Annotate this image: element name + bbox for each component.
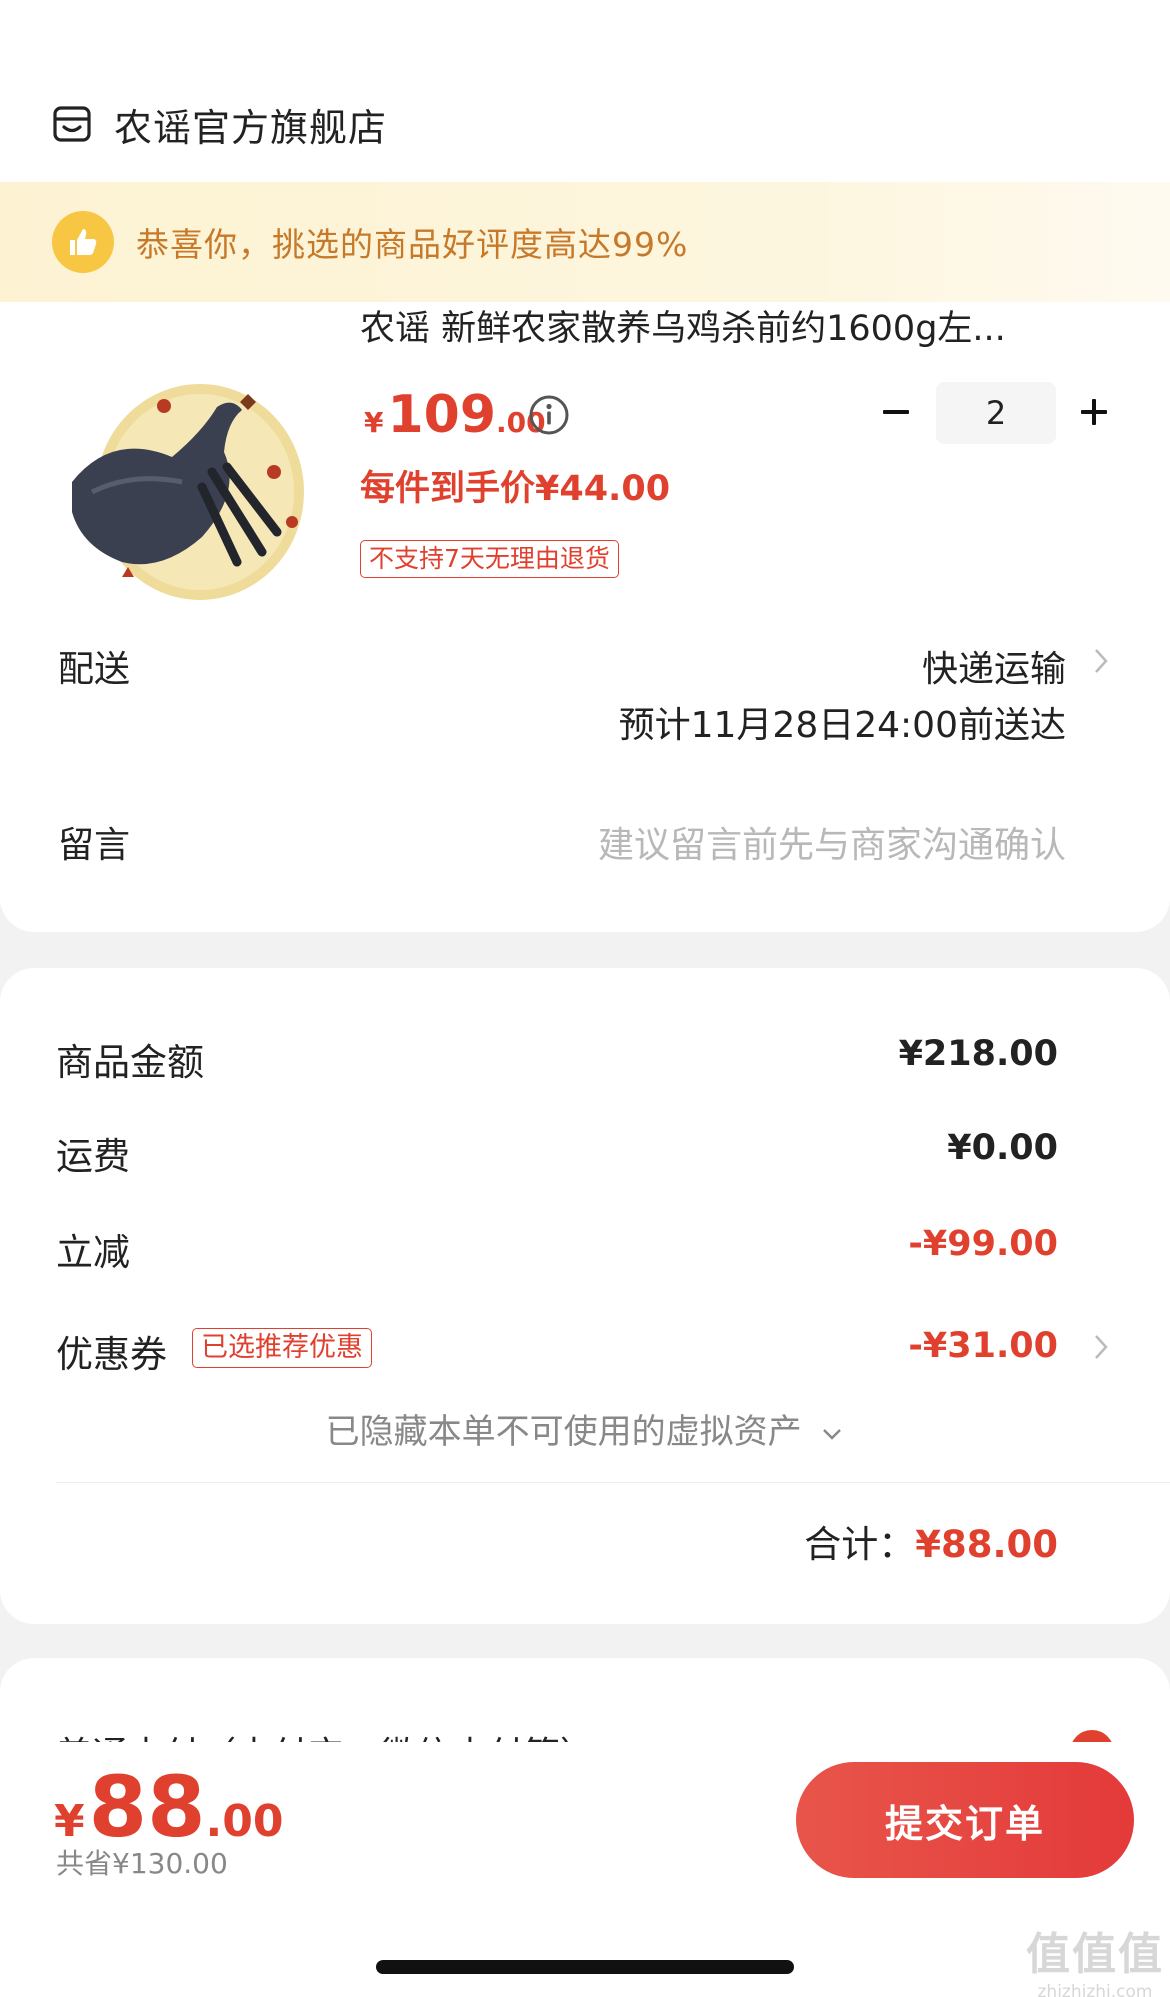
total-label: 合计： <box>804 1523 916 1566</box>
chevron-right-icon[interactable] <box>1092 1332 1110 1362</box>
bottom-price-decimal: .00 <box>205 1796 284 1847</box>
home-indicator[interactable] <box>376 1960 794 1974</box>
price-currency: ¥ <box>364 406 384 439</box>
discount-label: 立减 <box>56 1231 130 1274</box>
info-icon[interactable] <box>528 394 570 436</box>
message-label: 留言 <box>58 825 131 866</box>
unit-price: 每件到手价¥44.00 <box>360 469 671 509</box>
store-icon <box>53 106 91 142</box>
praise-text: 恭喜你，挑选的商品好评度高达99% <box>136 225 689 264</box>
praise-banner: 恭喜你，挑选的商品好评度高达99% <box>0 182 1170 302</box>
coupon-value[interactable]: -¥31.00 <box>908 1326 1058 1366</box>
summary-divider <box>56 1482 1170 1483</box>
watermark-logo: 值值值 <box>1026 1929 1164 1980</box>
message-input[interactable]: 建议留言前先与商家沟通确认 <box>598 816 1066 868</box>
chevron-right-icon[interactable] <box>1092 646 1110 676</box>
goods-amount-label: 商品金额 <box>56 1041 204 1084</box>
delivery-label: 配送 <box>58 649 131 690</box>
quantity-decrease-button[interactable] <box>874 390 918 434</box>
watermark: 值值值 zhizhizhi.com <box>1020 1918 1170 1997</box>
delivery-method[interactable]: 快递运输 <box>922 640 1066 692</box>
quantity-input[interactable]: 2 <box>936 382 1056 444</box>
hidden-assets-toggle[interactable]: 已隐藏本单不可使用的虚拟资产 <box>0 1404 1170 1453</box>
return-policy-tag: 不支持7天无理由退货 <box>360 540 619 578</box>
goods-amount-value: ¥218.00 <box>898 1034 1058 1074</box>
discount-value: -¥99.00 <box>908 1224 1058 1264</box>
delivery-eta: 预计11月28日24:00前送达 <box>618 705 1066 746</box>
saved-amount: 共省¥130.00 <box>56 1847 228 1880</box>
product-title[interactable]: 农谣 新鲜农家散养乌鸡杀前约1600g左... <box>360 300 1100 351</box>
shipping-fee-value: ¥0.00 <box>947 1128 1058 1168</box>
order-total: 合计： ¥88.00 <box>804 1514 1058 1568</box>
store-header[interactable]: 农谣官方旗舰店 <box>52 94 387 154</box>
coupon-label[interactable]: 优惠券 <box>56 1324 167 1378</box>
product-price: ¥ 109 .00 <box>364 385 546 445</box>
coupon-selected-tag: 已选推荐优惠 <box>192 1328 372 1368</box>
chevron-down-icon <box>823 1428 842 1440</box>
quantity-increase-button[interactable] <box>1072 390 1116 434</box>
bottom-price-currency: ¥ <box>54 1796 85 1847</box>
watermark-url: zhizhizhi.com <box>1037 1982 1153 1997</box>
shipping-fee-label: 运费 <box>56 1135 130 1178</box>
submit-order-button[interactable]: 提交订单 <box>796 1762 1134 1878</box>
price-integer: 109 <box>387 385 497 445</box>
product-image[interactable] <box>52 362 312 620</box>
hidden-assets-text: 已隐藏本单不可使用的虚拟资产 <box>325 1412 802 1452</box>
store-name: 农谣官方旗舰店 <box>114 105 388 150</box>
thumbs-up-icon <box>52 211 114 273</box>
total-value: ¥88.00 <box>915 1523 1058 1566</box>
